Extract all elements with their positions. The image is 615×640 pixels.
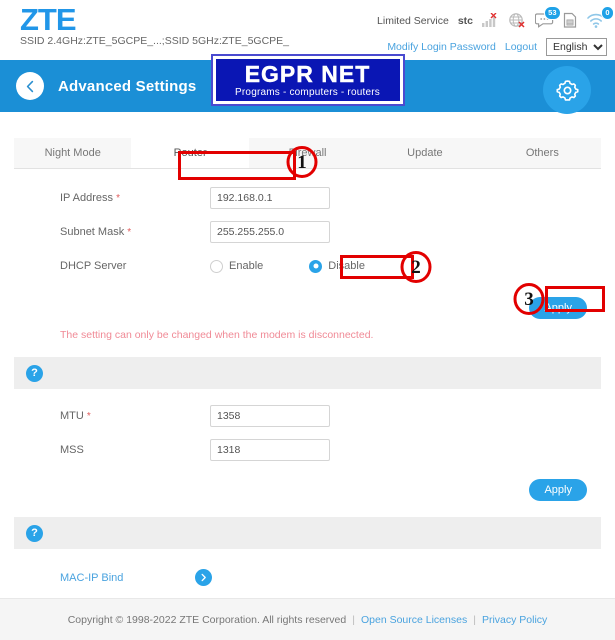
subnet-mask-row: Subnet Mask * [60,215,615,249]
footer-separator-1: | [352,613,355,626]
subnet-mask-label-text: Subnet Mask [60,226,125,238]
ip-address-label: IP Address * [60,192,210,204]
modify-login-password-link[interactable]: Modify Login Password [387,41,496,53]
dhcp-server-label: DHCP Server [60,260,127,272]
settings-gear-button[interactable] [543,66,591,114]
tab-router[interactable]: Router [131,138,249,168]
tab-update[interactable]: Update [366,138,484,168]
ip-address-row: IP Address * [60,181,615,215]
subnet-mask-required-mark: * [127,227,132,238]
privacy-policy-link[interactable]: Privacy Policy [482,614,547,626]
chevron-right-icon [201,573,207,582]
egpr-net-watermark-logo: EGPR NET Programs - computers - routers [210,54,405,106]
page-title: Advanced Settings [58,77,197,95]
egpr-logo-title: EGPR NET [244,60,371,87]
wifi-count-badge: 0 [600,6,614,20]
mss-input[interactable] [210,439,330,461]
question-mark-icon[interactable]: ? [26,364,43,382]
dhcp-disable-label: Disable [328,260,365,272]
signal-bars-error-icon [482,13,499,28]
ip-address-input[interactable] [210,187,330,209]
sms-icon[interactable]: 53 [535,6,561,29]
macip-help-bar: ? [14,517,601,549]
mtu-apply-row: Apply [0,479,615,501]
dhcp-enable-label: Enable [229,260,264,272]
mtu-row: MTU * [60,399,615,433]
ip-address-label-text: IP Address [60,192,113,204]
page-banner: Advanced Settings EGPR NET Programs - co… [0,54,615,114]
service-status-text: Limited Service [377,14,449,27]
top-status-bar: ZTE SSID 2.4GHz:ZTE_5GCPE_...;SSID 5GHz:… [0,0,615,60]
page-footer: Copyright © 1998-2022 ZTE Corporation. A… [0,598,615,640]
gear-icon [555,79,579,101]
mtu-label-text: MTU [60,410,84,422]
globe-error-icon [508,12,526,29]
mtu-apply-button[interactable]: Apply [529,479,587,501]
language-select[interactable]: English [546,38,607,56]
zte-brand-logo: ZTE [20,2,77,37]
radio-circle-disable[interactable] [309,259,323,273]
mtu-label: MTU * [60,410,210,422]
tab-firewall[interactable]: Firewall [248,138,367,168]
subnet-mask-label: Subnet Mask * [60,226,210,238]
dhcp-enable-radio[interactable]: Enable [210,259,264,273]
ssid-info-text: SSID 2.4GHz:ZTE_5GCPE_...;SSID 5GHz:ZTE_… [20,35,290,47]
settings-tabs: Night Mode Router Firewall Update Others [14,138,602,169]
sim-card-icon[interactable] [563,12,577,29]
mss-row: MSS [60,433,615,467]
back-button[interactable] [16,72,44,100]
mtu-input[interactable] [210,405,330,427]
chevron-left-icon [26,80,33,92]
open-source-licenses-link[interactable]: Open Source Licenses [361,614,467,626]
logout-link[interactable]: Logout [505,41,537,53]
mtu-required-mark: * [86,411,91,422]
router-apply-row: Apply [0,297,615,319]
copyright-text: Copyright © 1998-2022 ZTE Corporation. A… [67,613,347,626]
mac-ip-bind-row: MAC-IP Bind [60,569,615,586]
footer-separator-2: | [473,613,476,626]
carrier-name-text: stc [457,14,473,27]
egpr-logo-subtitle: Programs - computers - routers [235,86,380,98]
tab-night-mode[interactable]: Night Mode [14,138,132,168]
sms-count-badge: 53 [543,6,561,20]
question-mark-icon-2[interactable]: ? [26,524,43,542]
wifi-icon[interactable]: 0 [586,6,614,29]
radio-circle-enable[interactable] [210,259,223,273]
ip-address-required-mark: * [116,193,120,204]
tab-others[interactable]: Others [483,138,602,168]
status-icons-row: Limited Service stc 53 0 [377,6,614,29]
dhcp-server-row: DHCP Server Enable Disable [60,249,615,283]
main-content: Night Mode Router Firewall Update Others… [0,138,615,603]
subnet-mask-input[interactable] [210,221,330,243]
mac-ip-bind-link[interactable]: MAC-IP Bind [60,572,123,584]
dhcp-disable-radio[interactable]: Disable [309,259,365,273]
mss-label: MSS [60,444,84,456]
disconnect-warning-text: The setting can only be changed when the… [60,329,374,341]
header-links-row: Modify Login Password Logout English [387,38,607,56]
router-apply-button[interactable]: Apply [529,297,587,319]
mtu-help-bar: ? [14,357,601,389]
mac-ip-bind-expand-button[interactable] [195,569,213,586]
dhcp-server-radio-group: Enable Disable [210,259,365,273]
